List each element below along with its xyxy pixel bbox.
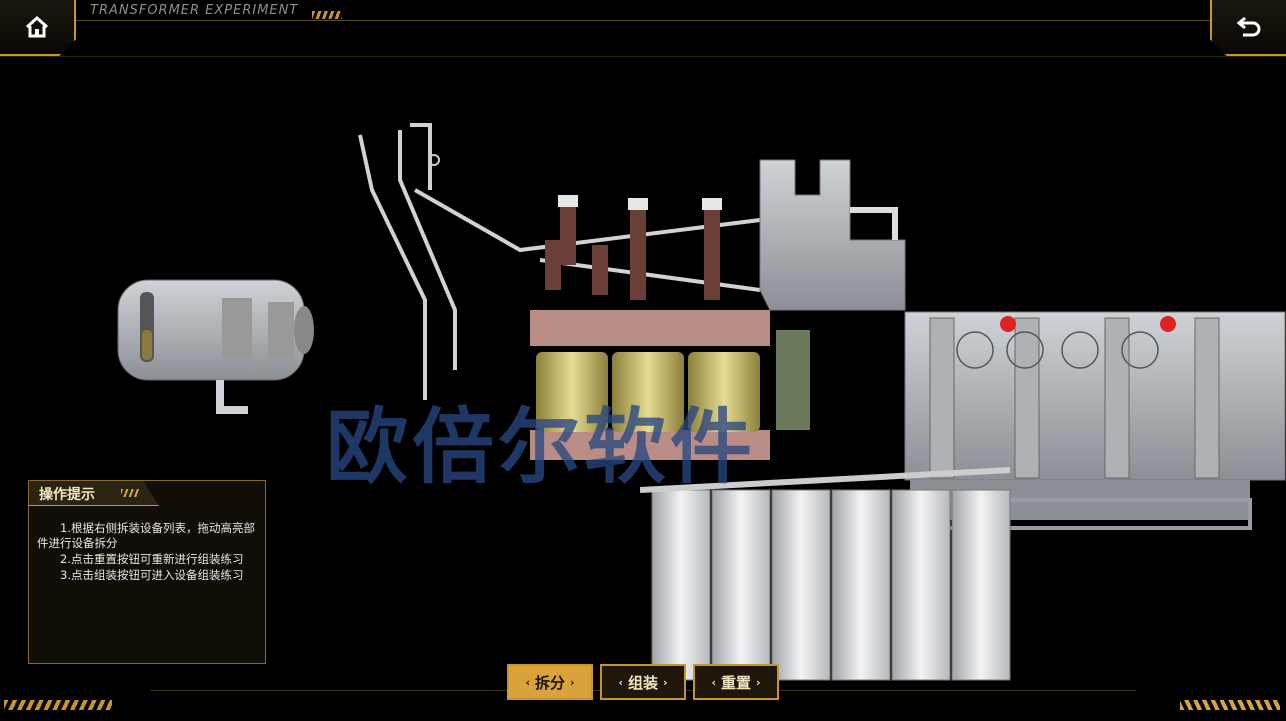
reset-label: 重置	[720, 673, 751, 692]
tips-header: 操作提示	[29, 481, 159, 506]
home-button[interactable]	[0, 0, 76, 56]
tap-changer	[759, 159, 906, 311]
radiators	[639, 467, 1011, 681]
tips-decoration	[121, 489, 139, 497]
assemble-button[interactable]: ‹ 组装 ›	[600, 664, 686, 700]
bottom-right-decoration	[1180, 700, 1280, 710]
assemble-label: 组装	[627, 673, 658, 692]
core-coils	[530, 310, 810, 460]
back-button[interactable]	[1210, 0, 1286, 56]
page-title: TRANSFORMER EXPERIMENT	[90, 3, 299, 18]
top-divider	[76, 20, 1210, 21]
chevron-left-icon: ‹	[525, 675, 530, 689]
chevron-right-icon: ›	[570, 675, 575, 689]
bushings	[545, 205, 720, 300]
operation-tips-panel: 操作提示 1.根据右侧拆装设备列表，拖动高亮部件进行设备拆分 2.点击重置按钮可…	[28, 480, 266, 664]
tips-body: 1.根据右侧拆装设备列表，拖动高亮部件进行设备拆分 2.点击重置按钮可重新进行组…	[37, 521, 259, 584]
chevron-left-icon: ‹	[711, 675, 716, 689]
tips-title: 操作提示	[39, 487, 95, 503]
reset-button[interactable]: ‹ 重置 ›	[693, 664, 779, 700]
tip-item: 1.根据右侧拆装设备列表，拖动高亮部件进行设备拆分	[37, 521, 255, 550]
chevron-right-icon: ›	[756, 675, 761, 689]
title-decoration	[312, 11, 342, 19]
disassemble-label: 拆分	[534, 673, 565, 692]
bottom-left-decoration	[4, 700, 112, 710]
chevron-right-icon: ›	[663, 675, 668, 689]
tip-item: 3.点击组装按钮可进入设备组装练习	[60, 568, 244, 582]
home-icon	[25, 15, 49, 38]
top-divider-lower	[0, 56, 1286, 57]
conservator-tank	[117, 279, 314, 414]
chevron-left-icon: ‹	[618, 675, 623, 689]
return-icon	[1236, 16, 1261, 37]
top-bar: TRANSFORMER EXPERIMENT	[0, 0, 1286, 60]
disassemble-button[interactable]: ‹ 拆分 ›	[507, 664, 593, 700]
tip-item: 2.点击重置按钮可重新进行组装练习	[60, 552, 244, 566]
